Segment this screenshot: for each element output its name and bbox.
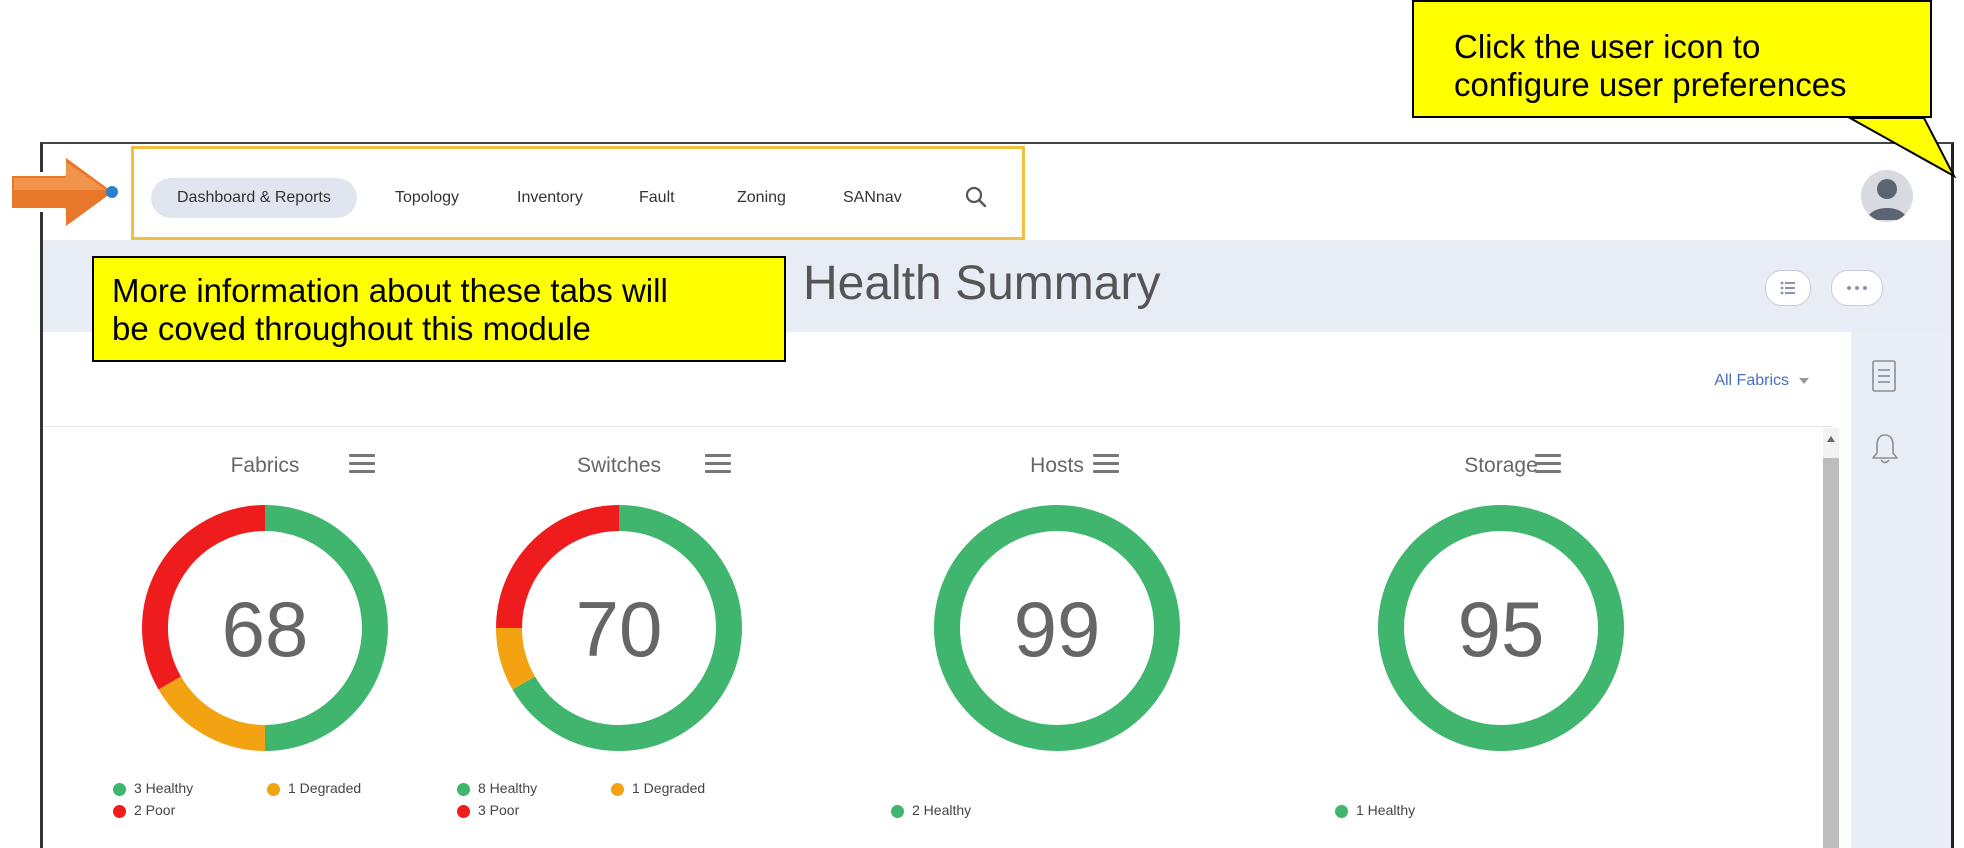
right-side-panel <box>1851 332 1951 848</box>
legend-item-healthy: 8 Healthy <box>457 780 537 796</box>
section-divider <box>43 426 1833 427</box>
fabric-filter-dropdown[interactable]: All Fabrics <box>1714 372 1809 390</box>
tab-sannav[interactable]: SANnav <box>843 178 902 218</box>
chevron-down-icon <box>1799 377 1809 384</box>
legend-item-degraded: 1 Degraded <box>267 780 361 796</box>
tab-fault[interactable]: Fault <box>639 178 675 218</box>
orange-arrow-icon <box>8 152 118 232</box>
hamburger-menu-icon[interactable] <box>1535 454 1561 476</box>
legend-item-healthy: 1 Healthy <box>1335 802 1415 818</box>
donut-segment-degraded <box>158 676 266 751</box>
scrollbar-thumb[interactable] <box>1823 458 1839 848</box>
donut-segment-degraded <box>496 627 536 690</box>
hamburger-menu-icon[interactable] <box>349 454 375 476</box>
callout-line: configure user preferences <box>1454 65 1847 103</box>
legend-item-healthy: 3 Healthy <box>113 780 193 796</box>
tab-dashboard-reports[interactable]: Dashboard & Reports <box>151 178 357 218</box>
callout-user-preferences: Click the user icon to configure user pr… <box>1412 0 1932 118</box>
tab-topology[interactable]: Topology <box>395 178 459 218</box>
callout-line: Click the user icon to <box>1454 28 1761 65</box>
search-icon[interactable] <box>961 182 991 212</box>
tab-zoning[interactable]: Zoning <box>737 178 786 218</box>
ellipsis-icon <box>1847 286 1867 290</box>
page-title: Health Summary <box>803 257 1161 310</box>
hamburger-menu-icon[interactable] <box>705 454 731 476</box>
legend-item-healthy: 2 Healthy <box>891 802 971 818</box>
legend-item-degraded: 1 Degraded <box>611 780 705 796</box>
list-icon <box>1780 281 1795 295</box>
health-score-value: 68 <box>222 585 309 673</box>
hosts-donut-chart: 99 <box>934 505 1180 751</box>
card-switches: Switches 70 8 Healthy 1 Degraded 3 Poor <box>397 428 841 848</box>
callout-line: be coved throughout this module <box>112 309 591 347</box>
hamburger-menu-icon[interactable] <box>1093 454 1119 476</box>
dashboard-content: All Fabrics Fabrics 68 3 Healthy 1 Degra… <box>43 332 1851 848</box>
card-hosts: Hosts 99 2 Healthy <box>835 428 1279 848</box>
document-icon[interactable] <box>1872 360 1896 392</box>
callout-tabs-info: More information about these tabs will b… <box>92 256 786 362</box>
tab-inventory[interactable]: Inventory <box>517 178 583 218</box>
filter-label: All Fabrics <box>1714 372 1789 389</box>
card-title: Storage <box>1464 454 1538 477</box>
storage-donut-chart: 95 <box>1378 505 1624 751</box>
legend-item-poor: 2 Poor <box>113 802 175 818</box>
health-score-value: 99 <box>1014 585 1101 673</box>
app-window: Dashboard & Reports Topology Inventory F… <box>40 142 1954 848</box>
notification-bell-icon[interactable] <box>1870 432 1900 466</box>
top-nav-bar: Dashboard & Reports Topology Inventory F… <box>43 144 1951 240</box>
card-title: Switches <box>576 454 662 477</box>
health-score-value: 70 <box>576 585 663 673</box>
switches-donut-chart: 70 <box>496 505 742 751</box>
health-score-value: 95 <box>1458 585 1545 673</box>
card-title: Hosts <box>1030 454 1084 477</box>
legend-item-poor: 3 Poor <box>457 802 519 818</box>
scroll-up-arrow-icon[interactable] <box>1827 436 1835 442</box>
list-view-button[interactable] <box>1765 270 1811 306</box>
callout-line: More information about these tabs will <box>112 272 668 309</box>
card-storage: Storage 95 1 Healthy <box>1279 428 1723 848</box>
more-options-button[interactable] <box>1831 270 1883 306</box>
